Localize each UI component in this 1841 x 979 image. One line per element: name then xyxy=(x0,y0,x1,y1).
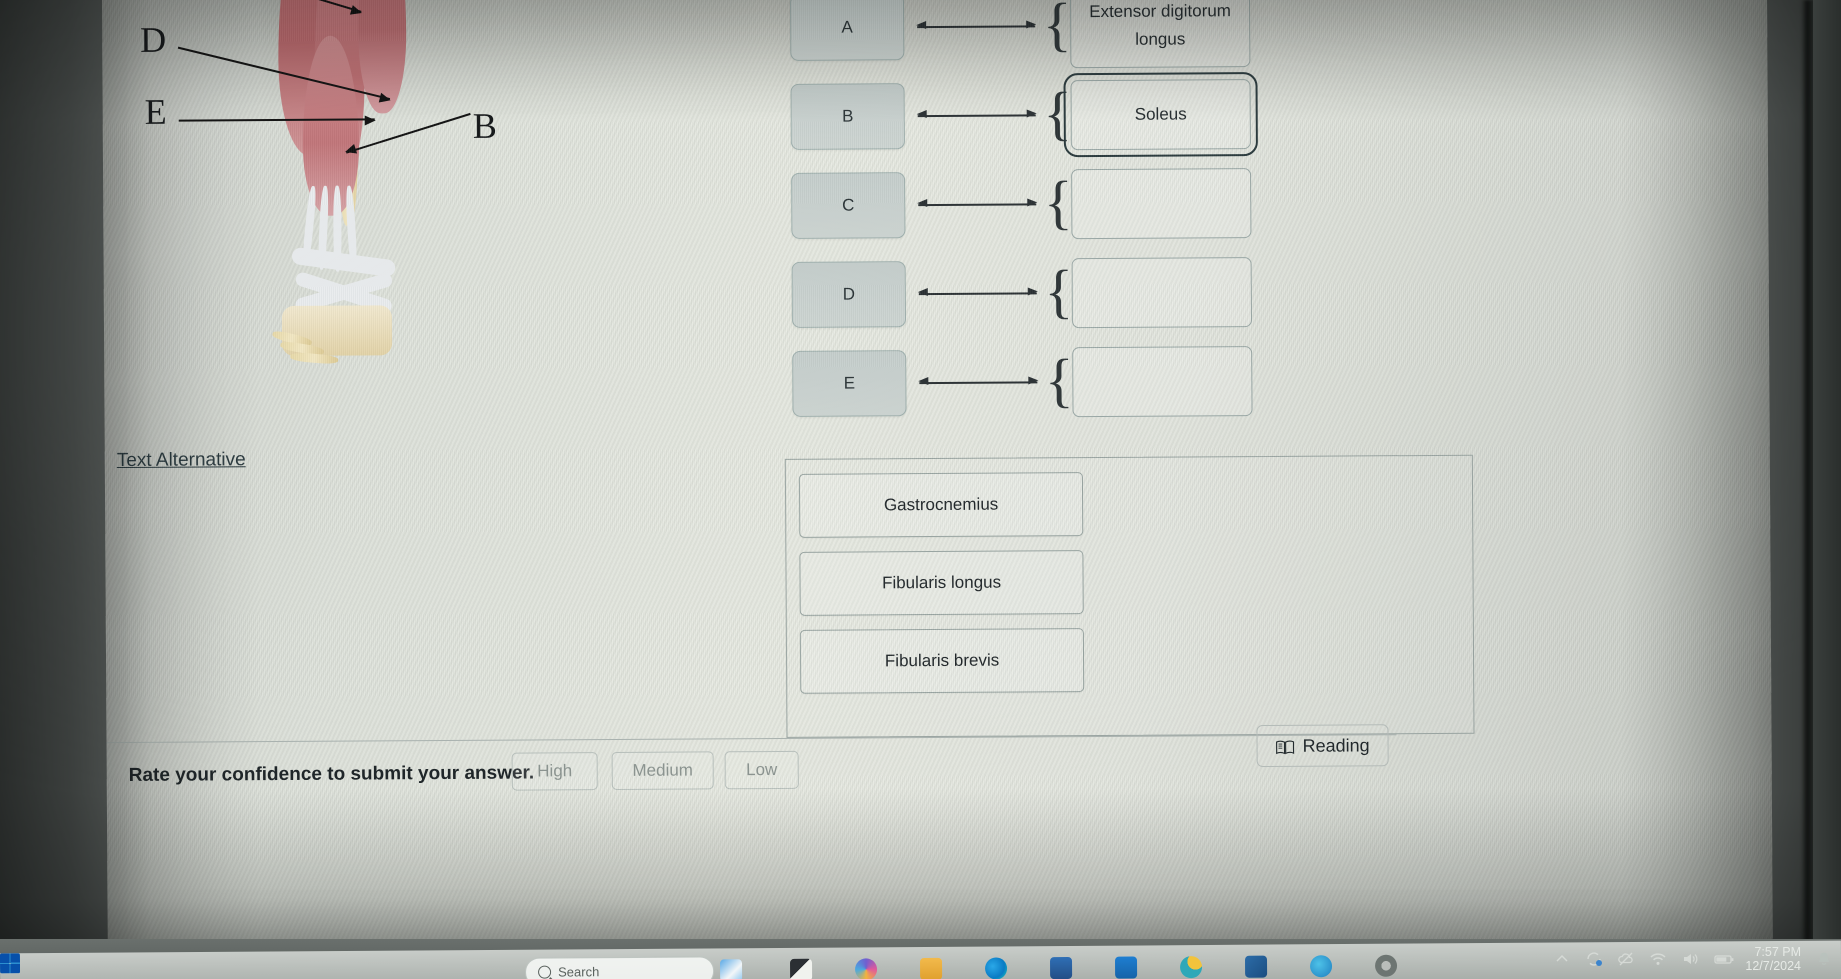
match-tile-d[interactable]: D xyxy=(791,260,907,328)
support-assistant-icon[interactable] xyxy=(1179,956,1203,979)
figure-label-d: D xyxy=(140,19,167,60)
myhp-icon[interactable] xyxy=(1114,956,1138,979)
match-row: A { Extensor digitorum longus xyxy=(789,0,1331,72)
anatomy-figure: C D E B xyxy=(112,0,675,477)
figure-label-e: E xyxy=(144,91,168,132)
match-tile-c[interactable]: C xyxy=(791,171,906,239)
store-icon[interactable] xyxy=(1049,956,1073,979)
reading-button-label: Reading xyxy=(1302,734,1370,756)
reading-button[interactable]: Reading xyxy=(1256,724,1389,768)
teams-icon[interactable] xyxy=(854,958,878,979)
match-tile-a[interactable]: A xyxy=(789,0,905,61)
file-explorer-icon[interactable] xyxy=(789,958,813,979)
onedrive-sync-icon[interactable] xyxy=(1585,950,1603,968)
clock-time: 7:57 PM xyxy=(1754,945,1801,959)
speaker-icon[interactable] xyxy=(1681,950,1699,968)
cloud-off-icon[interactable] xyxy=(1617,950,1635,968)
outlook-icon[interactable] xyxy=(1244,955,1268,978)
settings-icon[interactable] xyxy=(1374,954,1398,977)
screen-surface: C D E B Text Alternative A { Extensor di… xyxy=(101,0,1774,979)
wifi-icon[interactable] xyxy=(1649,950,1667,968)
system-tray: 7:57 PM 12/7/2024 xyxy=(1553,945,1833,974)
confidence-prompt: Rate your confidence to submit your answ… xyxy=(128,762,535,786)
answer-slot-d[interactable] xyxy=(1071,256,1253,328)
confidence-high-button[interactable]: High xyxy=(511,752,598,791)
match-row: D { xyxy=(791,247,1333,339)
match-arrow-b xyxy=(917,113,1036,117)
photo-of-laptop-screen: C D E B Text Alternative A { Extensor di… xyxy=(0,0,1841,979)
screen-outer-bezel xyxy=(1813,0,1841,979)
answer-bank-item[interactable]: Fibularis brevis xyxy=(799,628,1085,694)
match-row: C { xyxy=(791,158,1332,250)
leg-illustration xyxy=(261,0,464,365)
match-row: B { Soleus xyxy=(790,69,1331,161)
matching-area: A { Extensor digitorum longus B { Soleus… xyxy=(789,0,1333,428)
quiz-page: C D E B Text Alternative A { Extensor di… xyxy=(102,0,1773,979)
start-icon[interactable] xyxy=(0,953,21,974)
notification-bell-icon[interactable] xyxy=(1815,950,1833,968)
book-icon xyxy=(1275,738,1295,754)
folder-icon[interactable] xyxy=(919,957,943,979)
match-row: E { xyxy=(792,336,1333,428)
answer-slot-b[interactable]: Soleus xyxy=(1063,71,1258,157)
match-tile-b[interactable]: B xyxy=(790,82,905,150)
match-arrow-d xyxy=(918,291,1037,295)
match-arrow-a xyxy=(917,24,1036,28)
taskbar-clock[interactable]: 7:57 PM 12/7/2024 xyxy=(1745,945,1801,974)
answer-slot-a[interactable]: Extensor digitorum longus xyxy=(1069,0,1251,68)
match-arrow-e xyxy=(919,380,1038,384)
windows-taskbar: Search 7:57 PM 12/7/2024 xyxy=(0,939,1841,979)
edge-icon[interactable] xyxy=(984,957,1008,979)
answer-slot-c[interactable] xyxy=(1071,167,1252,239)
answer-bank-item[interactable]: Fibularis longus xyxy=(799,550,1084,616)
match-tile-e[interactable]: E xyxy=(792,349,907,417)
match-arrow-c xyxy=(918,202,1037,206)
text-alternative-link[interactable]: Text Alternative xyxy=(117,449,246,472)
widgets-icon[interactable] xyxy=(719,959,743,979)
confidence-medium-button[interactable]: Medium xyxy=(611,751,714,790)
chevron-up-icon[interactable] xyxy=(1553,950,1571,968)
battery-icon[interactable] xyxy=(1713,950,1734,968)
answer-bank: Gastrocnemius Fibularis longus Fibularis… xyxy=(784,454,1475,738)
confidence-bar: Rate your confidence to submit your answ… xyxy=(106,734,1397,806)
clock-date: 12/7/2024 xyxy=(1745,959,1801,974)
search-icon xyxy=(538,965,552,979)
search-placeholder: Search xyxy=(558,964,600,979)
search-input[interactable]: Search xyxy=(524,956,715,979)
confidence-low-button[interactable]: Low xyxy=(724,750,799,790)
figure-label-b: B xyxy=(472,105,498,146)
cortana-icon[interactable] xyxy=(1309,955,1333,978)
answer-bank-item[interactable]: Gastrocnemius xyxy=(798,472,1084,538)
answer-slot-e[interactable] xyxy=(1072,345,1253,417)
